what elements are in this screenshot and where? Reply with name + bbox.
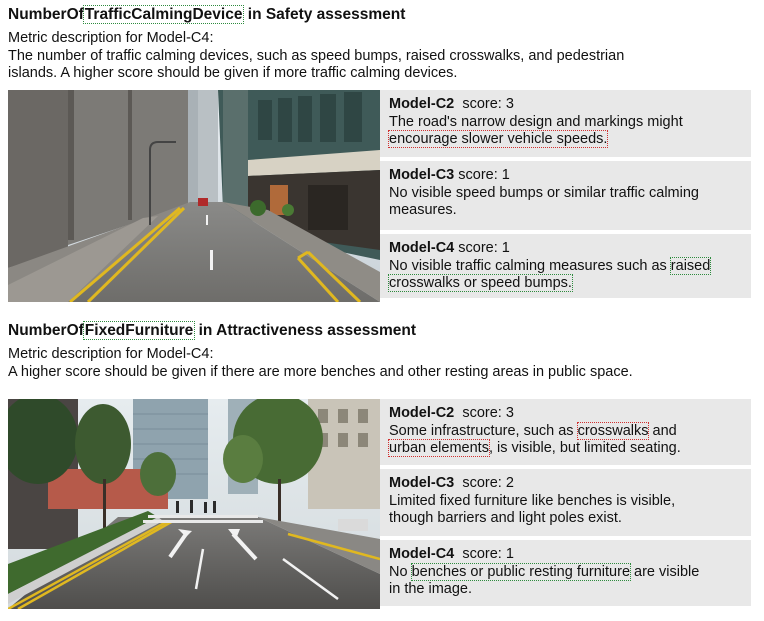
card-text: No	[389, 563, 412, 580]
card-text: The road's narrow design and markings mi…	[389, 113, 683, 130]
title-highlight: TrafficCalmingDevice	[82, 5, 245, 24]
score-card-model-c4: Model-C4 score: 1 No benches or public r…	[380, 540, 751, 606]
metric-description: Metric description for Model-C4: The num…	[8, 30, 756, 83]
model-name: Model-C3	[389, 475, 455, 491]
score-card-model-c3: Model-C3 score: 2 Limited fixed furnitur…	[380, 469, 751, 536]
score-card-model-c4: Model-C4 score: 1 No visible traffic cal…	[380, 234, 751, 298]
description-line: The number of traffic calming devices, s…	[8, 47, 625, 64]
score-card-model-c2: Model-C2 score: 3 The road's narrow desi…	[380, 90, 751, 157]
model-score-cards: Model-C2 score: 3 The road's narrow desi…	[380, 90, 751, 302]
card-text: Limited fixed furniture like benches is …	[389, 492, 676, 509]
card-text: Some infrastructure, such as	[389, 422, 578, 439]
section-fixed-furniture: NumberOfFixedFurniture in Attractiveness…	[8, 321, 756, 381]
highlighted-phrase: encourage slower vehicle speeds.	[387, 130, 609, 148]
card-text: in the image.	[389, 581, 473, 597]
score-card-model-c2: Model-C2 score: 3 Some infrastructure, s…	[380, 399, 751, 465]
description-line: islands. A higher score should be given …	[8, 65, 458, 81]
model-name: Model-C4	[389, 546, 455, 562]
description-heading: Metric description for Model-C4:	[8, 30, 214, 46]
description-line: A higher score should be given if there …	[8, 363, 633, 380]
card-text: are visible	[630, 563, 700, 580]
title-suffix: in Attractiveness assessment	[194, 322, 417, 339]
model-score: score: 3	[462, 405, 514, 421]
section-title: NumberOfTrafficCalmingDevice in Safety a…	[8, 5, 756, 24]
model-score: score: 1	[458, 240, 510, 256]
highlighted-phrase: urban elements	[388, 439, 490, 457]
section-title: NumberOfFixedFurniture in Attractiveness…	[8, 321, 756, 340]
street-scene-image	[8, 399, 380, 609]
model-name: Model-C4	[389, 240, 455, 256]
model-score: score: 2	[462, 475, 514, 491]
model-score: score: 1	[458, 167, 510, 183]
model-name: Model-C2	[389, 96, 455, 112]
section-traffic-calming: NumberOfTrafficCalmingDevice in Safety a…	[8, 5, 756, 83]
title-highlight: FixedFurniture	[82, 321, 196, 340]
street-photo-narrow-road	[8, 90, 380, 302]
card-text: measures.	[389, 202, 457, 218]
highlighted-phrase: crosswalks	[576, 421, 650, 440]
description-heading: Metric description for Model-C4:	[8, 346, 214, 362]
model-score: score: 3	[462, 96, 514, 112]
model-name: Model-C3	[389, 167, 455, 183]
highlighted-phrase: crosswalks or speed bumps.	[388, 274, 573, 292]
metric-description: Metric description for Model-C4: A highe…	[8, 346, 756, 381]
card-text: No visible speed bumps or similar traffi…	[389, 184, 699, 201]
model-score: score: 1	[462, 546, 514, 562]
card-text: , is visible, but limited seating.	[488, 440, 681, 456]
title-prefix: NumberOf	[8, 322, 84, 339]
card-text: No visible traffic calming measures such…	[389, 257, 671, 274]
street-photo-city-avenue	[8, 399, 380, 609]
model-name: Model-C2	[389, 405, 455, 421]
highlighted-phrase: raised	[669, 256, 712, 275]
model-score-cards: Model-C2 score: 3 Some infrastructure, s…	[380, 399, 751, 610]
score-card-model-c3: Model-C3 score: 1 No visible speed bumps…	[380, 161, 751, 230]
highlighted-phrase: benches or public resting furniture	[410, 562, 632, 581]
title-prefix: NumberOf	[8, 6, 84, 23]
street-scene-image	[8, 90, 380, 302]
card-text: though barriers and light poles exist.	[389, 510, 622, 526]
title-suffix: in Safety assessment	[243, 6, 406, 23]
card-text: and	[648, 422, 677, 439]
